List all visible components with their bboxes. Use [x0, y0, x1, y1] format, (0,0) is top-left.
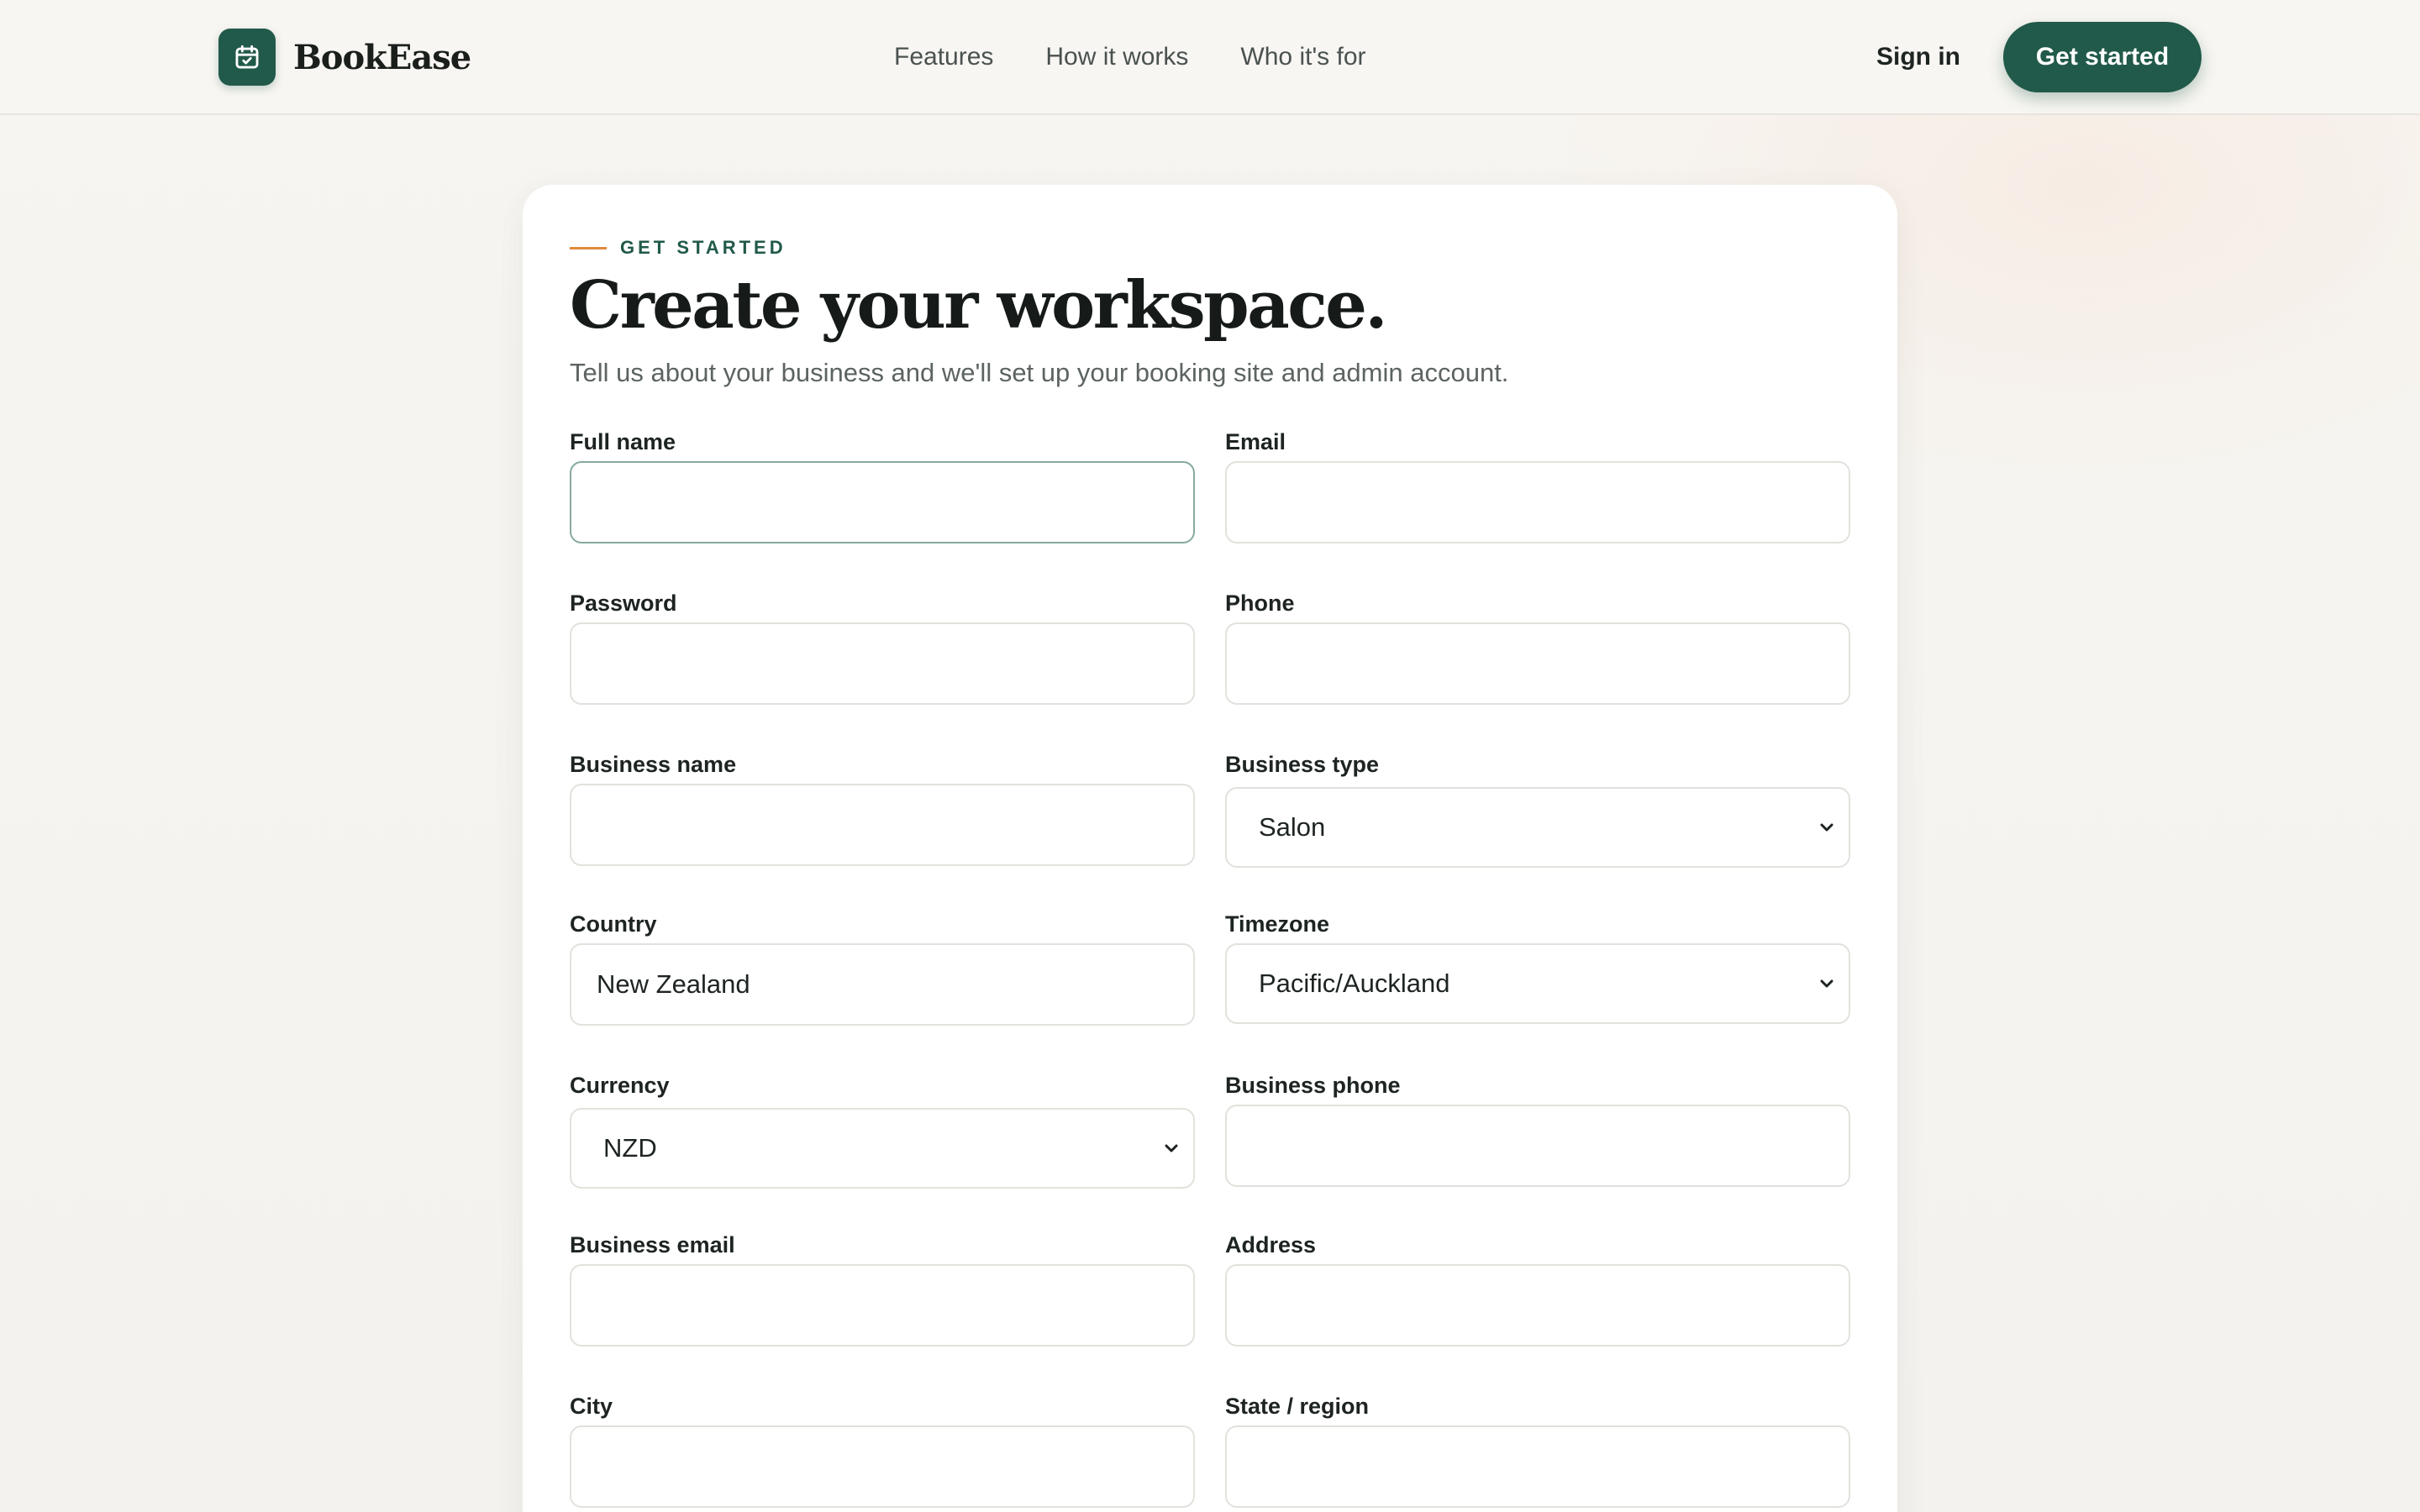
email-label: Email: [1225, 429, 1286, 454]
page-title: Create your workspace.: [570, 267, 1388, 344]
currency-value: NZD: [603, 1133, 657, 1163]
full-name-input[interactable]: [570, 461, 1195, 543]
chevron-down-icon: [1820, 823, 1833, 832]
site-header: BookEase Features How it works Who it's …: [0, 0, 2420, 115]
field-country: Country New Zealand: [570, 910, 1195, 1026]
timezone-select[interactable]: Pacific/Auckland: [1225, 943, 1850, 1024]
field-business-name: Business name: [570, 750, 1195, 866]
phone-input[interactable]: [1225, 622, 1850, 705]
business-name-input[interactable]: [570, 784, 1195, 866]
address-input[interactable]: [1225, 1264, 1850, 1347]
sign-in-link[interactable]: Sign in: [1876, 39, 1960, 76]
address-label: Address: [1225, 1232, 1317, 1257]
field-timezone: Timezone Pacific/Auckland: [1225, 910, 1850, 1024]
page-subtitle: Tell us about your business and we'll se…: [570, 358, 1509, 387]
field-full-name: Full name: [570, 428, 1195, 543]
country-label: Country: [570, 911, 657, 937]
get-started-button[interactable]: Get started: [2003, 22, 2202, 92]
nav-who-its-for[interactable]: Who it's for: [1240, 43, 1365, 71]
currency-select[interactable]: NZD: [570, 1108, 1195, 1189]
city-label: City: [570, 1394, 613, 1419]
nav-how-it-works[interactable]: How it works: [1045, 43, 1188, 71]
chevron-down-icon: [1165, 1144, 1178, 1152]
business-type-label: Business type: [1225, 752, 1380, 777]
field-business-type: Business type Salon: [1225, 750, 1850, 868]
currency-label: Currency: [570, 1073, 670, 1098]
eyebrow: GET STARTED: [570, 237, 786, 259]
business-email-input[interactable]: [570, 1264, 1195, 1347]
timezone-value: Pacific/Auckland: [1259, 969, 1450, 998]
state-region-label: State / region: [1225, 1394, 1370, 1419]
timezone-label: Timezone: [1225, 911, 1330, 937]
brand-logo[interactable]: BookEase: [218, 29, 471, 86]
calendar-check-icon: [218, 29, 276, 86]
business-type-select[interactable]: Salon: [1225, 787, 1850, 868]
field-state-region: State / region: [1225, 1392, 1850, 1508]
full-name-label: Full name: [570, 429, 676, 454]
chevron-down-icon: [1820, 979, 1833, 988]
business-phone-input[interactable]: [1225, 1105, 1850, 1187]
business-name-label: Business name: [570, 752, 737, 777]
password-input[interactable]: [570, 622, 1195, 705]
business-email-label: Business email: [570, 1232, 735, 1257]
signup-card: GET STARTED Create your workspace. Tell …: [523, 185, 1897, 1512]
country-input[interactable]: New Zealand: [570, 943, 1195, 1026]
business-type-value: Salon: [1259, 812, 1326, 842]
state-region-input[interactable]: [1225, 1425, 1850, 1508]
phone-label: Phone: [1225, 591, 1295, 616]
main-nav: Features How it works Who it's for: [894, 39, 1366, 76]
field-phone: Phone: [1225, 589, 1850, 705]
eyebrow-label: GET STARTED: [620, 237, 786, 258]
field-business-phone: Business phone: [1225, 1071, 1850, 1187]
field-business-email: Business email: [570, 1231, 1195, 1347]
field-password: Password: [570, 589, 1195, 705]
eyebrow-accent-line: [570, 246, 607, 249]
brand-name: BookEase: [293, 37, 471, 77]
field-city: City: [570, 1392, 1195, 1508]
email-input[interactable]: [1225, 461, 1850, 543]
field-email: Email: [1225, 428, 1850, 543]
field-currency: Currency NZD: [570, 1071, 1195, 1189]
city-input[interactable]: [570, 1425, 1195, 1508]
business-phone-label: Business phone: [1225, 1073, 1401, 1098]
field-address: Address: [1225, 1231, 1850, 1347]
nav-features[interactable]: Features: [894, 43, 993, 71]
password-label: Password: [570, 591, 677, 616]
